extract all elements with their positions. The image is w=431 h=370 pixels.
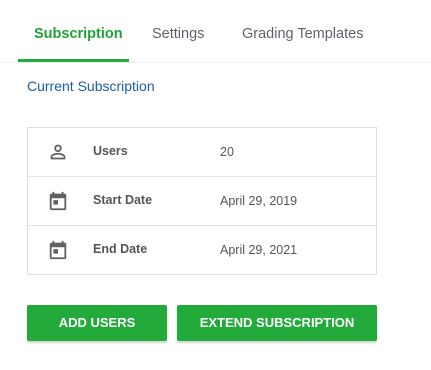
add-users-button[interactable]: ADD USERS	[27, 305, 167, 341]
tab-subscription[interactable]: Subscription	[34, 0, 123, 62]
tab-settings[interactable]: Settings	[152, 0, 204, 62]
calendar-icon	[47, 239, 69, 261]
person-icon	[47, 141, 69, 163]
active-tab-indicator	[18, 59, 129, 62]
extend-subscription-button[interactable]: EXTEND SUBSCRIPTION	[177, 305, 377, 341]
details-row-start-date: Start Date April 29, 2019	[28, 177, 376, 226]
users-value: 20	[220, 145, 234, 159]
end-date-label: End Date	[93, 242, 148, 256]
users-label: Users	[93, 144, 128, 158]
tab-bar: Subscription Settings Grading Templates	[0, 0, 431, 63]
details-row-users: Users 20	[28, 128, 376, 177]
tab-grading-templates[interactable]: Grading Templates	[242, 0, 363, 62]
section-title: Current Subscription	[27, 78, 155, 94]
end-date-value: April 29, 2021	[220, 243, 298, 257]
details-row-end-date: End Date April 29, 2021	[28, 226, 376, 275]
calendar-icon	[47, 190, 69, 212]
start-date-value: April 29, 2019	[220, 194, 298, 208]
subscription-details-table: Users 20 Start Date April 29, 2019 End D…	[27, 127, 377, 275]
start-date-label: Start Date	[93, 193, 153, 207]
